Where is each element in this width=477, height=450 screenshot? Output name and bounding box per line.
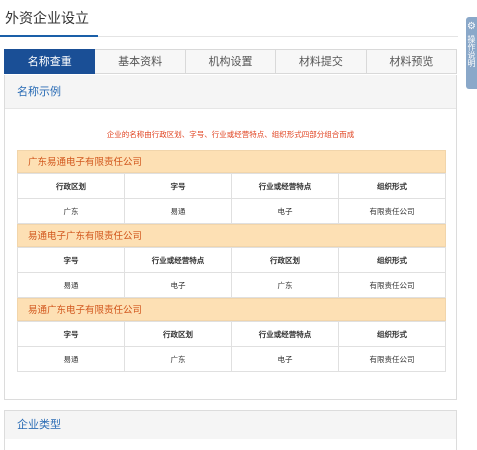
table-cell: 有限责任公司 [338,272,446,298]
table-row: 广东 易通 电子 有限责任公司 [17,198,446,224]
title-divider [98,36,458,37]
table-row: 易通 广东 电子 有限责任公司 [17,346,446,372]
tab-org-setup[interactable]: 机构设置 [185,49,277,74]
name-composition-hint: 企业的名称由行政区划、字号、行业或经营特点、组织形式四部分组合而成 [106,130,355,139]
table-cell: 有限责任公司 [338,198,446,224]
example-title: 广东易通电子有限责任公司 [17,150,446,173]
table-header-cell: 行政区划 [17,173,125,199]
tab-material-preview[interactable]: 材料预览 [366,49,458,74]
example-title: 易通电子广东有限责任公司 [17,224,446,247]
table-header-cell: 字号 [17,321,125,347]
table-header-row: 字号 行业或经营特点 行政区划 组织形式 [17,247,446,273]
table-cell: 电子 [124,272,232,298]
example-table: 行政区划 字号 行业或经营特点 组织形式 广东 易通 电子 有限责任公司 [17,173,446,224]
enterprise-type-panel: 企业类型 [4,410,457,450]
table-header-cell: 行业或经营特点 [231,173,339,199]
table-header-cell: 字号 [124,173,232,199]
table-header-cell: 行业或经营特点 [124,247,232,273]
help-handle-label: 操作说明 [467,35,476,67]
table-cell: 广东 [124,346,232,372]
table-row: 易通 电子 广东 有限责任公司 [17,272,446,298]
help-side-handle[interactable]: ⚙ 操作说明 [466,17,477,89]
table-cell: 有限责任公司 [338,346,446,372]
name-example-heading: 名称示例 [5,75,456,109]
table-header-cell: 组织形式 [338,173,446,199]
table-header-cell: 字号 [17,247,125,273]
table-header-cell: 组织形式 [338,247,446,273]
name-example-1: 广东易通电子有限责任公司 行政区划 字号 行业或经营特点 组织形式 广东 易通 … [17,150,446,224]
table-header-cell: 行业或经营特点 [231,321,339,347]
table-cell: 广东 [231,272,339,298]
page-title: 外资企业设立 [5,11,89,27]
tab-material-submit[interactable]: 材料提交 [276,49,367,74]
table-header-row: 行政区划 字号 行业或经营特点 组织形式 [17,173,446,199]
table-header-row: 字号 行政区划 行业或经营特点 组织形式 [17,321,446,347]
table-cell: 广东 [17,198,125,224]
enterprise-type-heading: 企业类型 [5,411,456,439]
table-cell: 电子 [231,198,339,224]
name-example-panel: 名称示例 企业的名称由行政区划、字号、行业或经营特点、组织形式四部分组合而成 广… [4,75,457,400]
gear-icon: ⚙ [467,21,476,32]
table-cell: 电子 [231,346,339,372]
name-example-2: 易通电子广东有限责任公司 字号 行业或经营特点 行政区划 组织形式 易通 电子 … [17,224,446,298]
table-header-cell: 行政区划 [124,321,232,347]
step-tabs: 名称查重 基本资料 机构设置 材料提交 材料预览 [4,49,458,74]
table-cell: 易通 [17,272,125,298]
example-table: 字号 行业或经营特点 行政区划 组织形式 易通 电子 广东 有限责任公司 [17,247,446,298]
example-table: 字号 行政区划 行业或经营特点 组织形式 易通 广东 电子 有限责任公司 [17,321,446,372]
table-cell: 易通 [17,346,125,372]
title-underline [0,35,98,37]
tab-name-check[interactable]: 名称查重 [4,49,96,74]
name-example-3: 易通广东电子有限责任公司 字号 行政区划 行业或经营特点 组织形式 易通 广东 … [17,298,446,372]
tab-basic-info[interactable]: 基本资料 [95,49,186,74]
table-header-cell: 行政区划 [231,247,339,273]
example-title: 易通广东电子有限责任公司 [17,298,446,321]
table-header-cell: 组织形式 [338,321,446,347]
table-cell: 易通 [124,198,232,224]
